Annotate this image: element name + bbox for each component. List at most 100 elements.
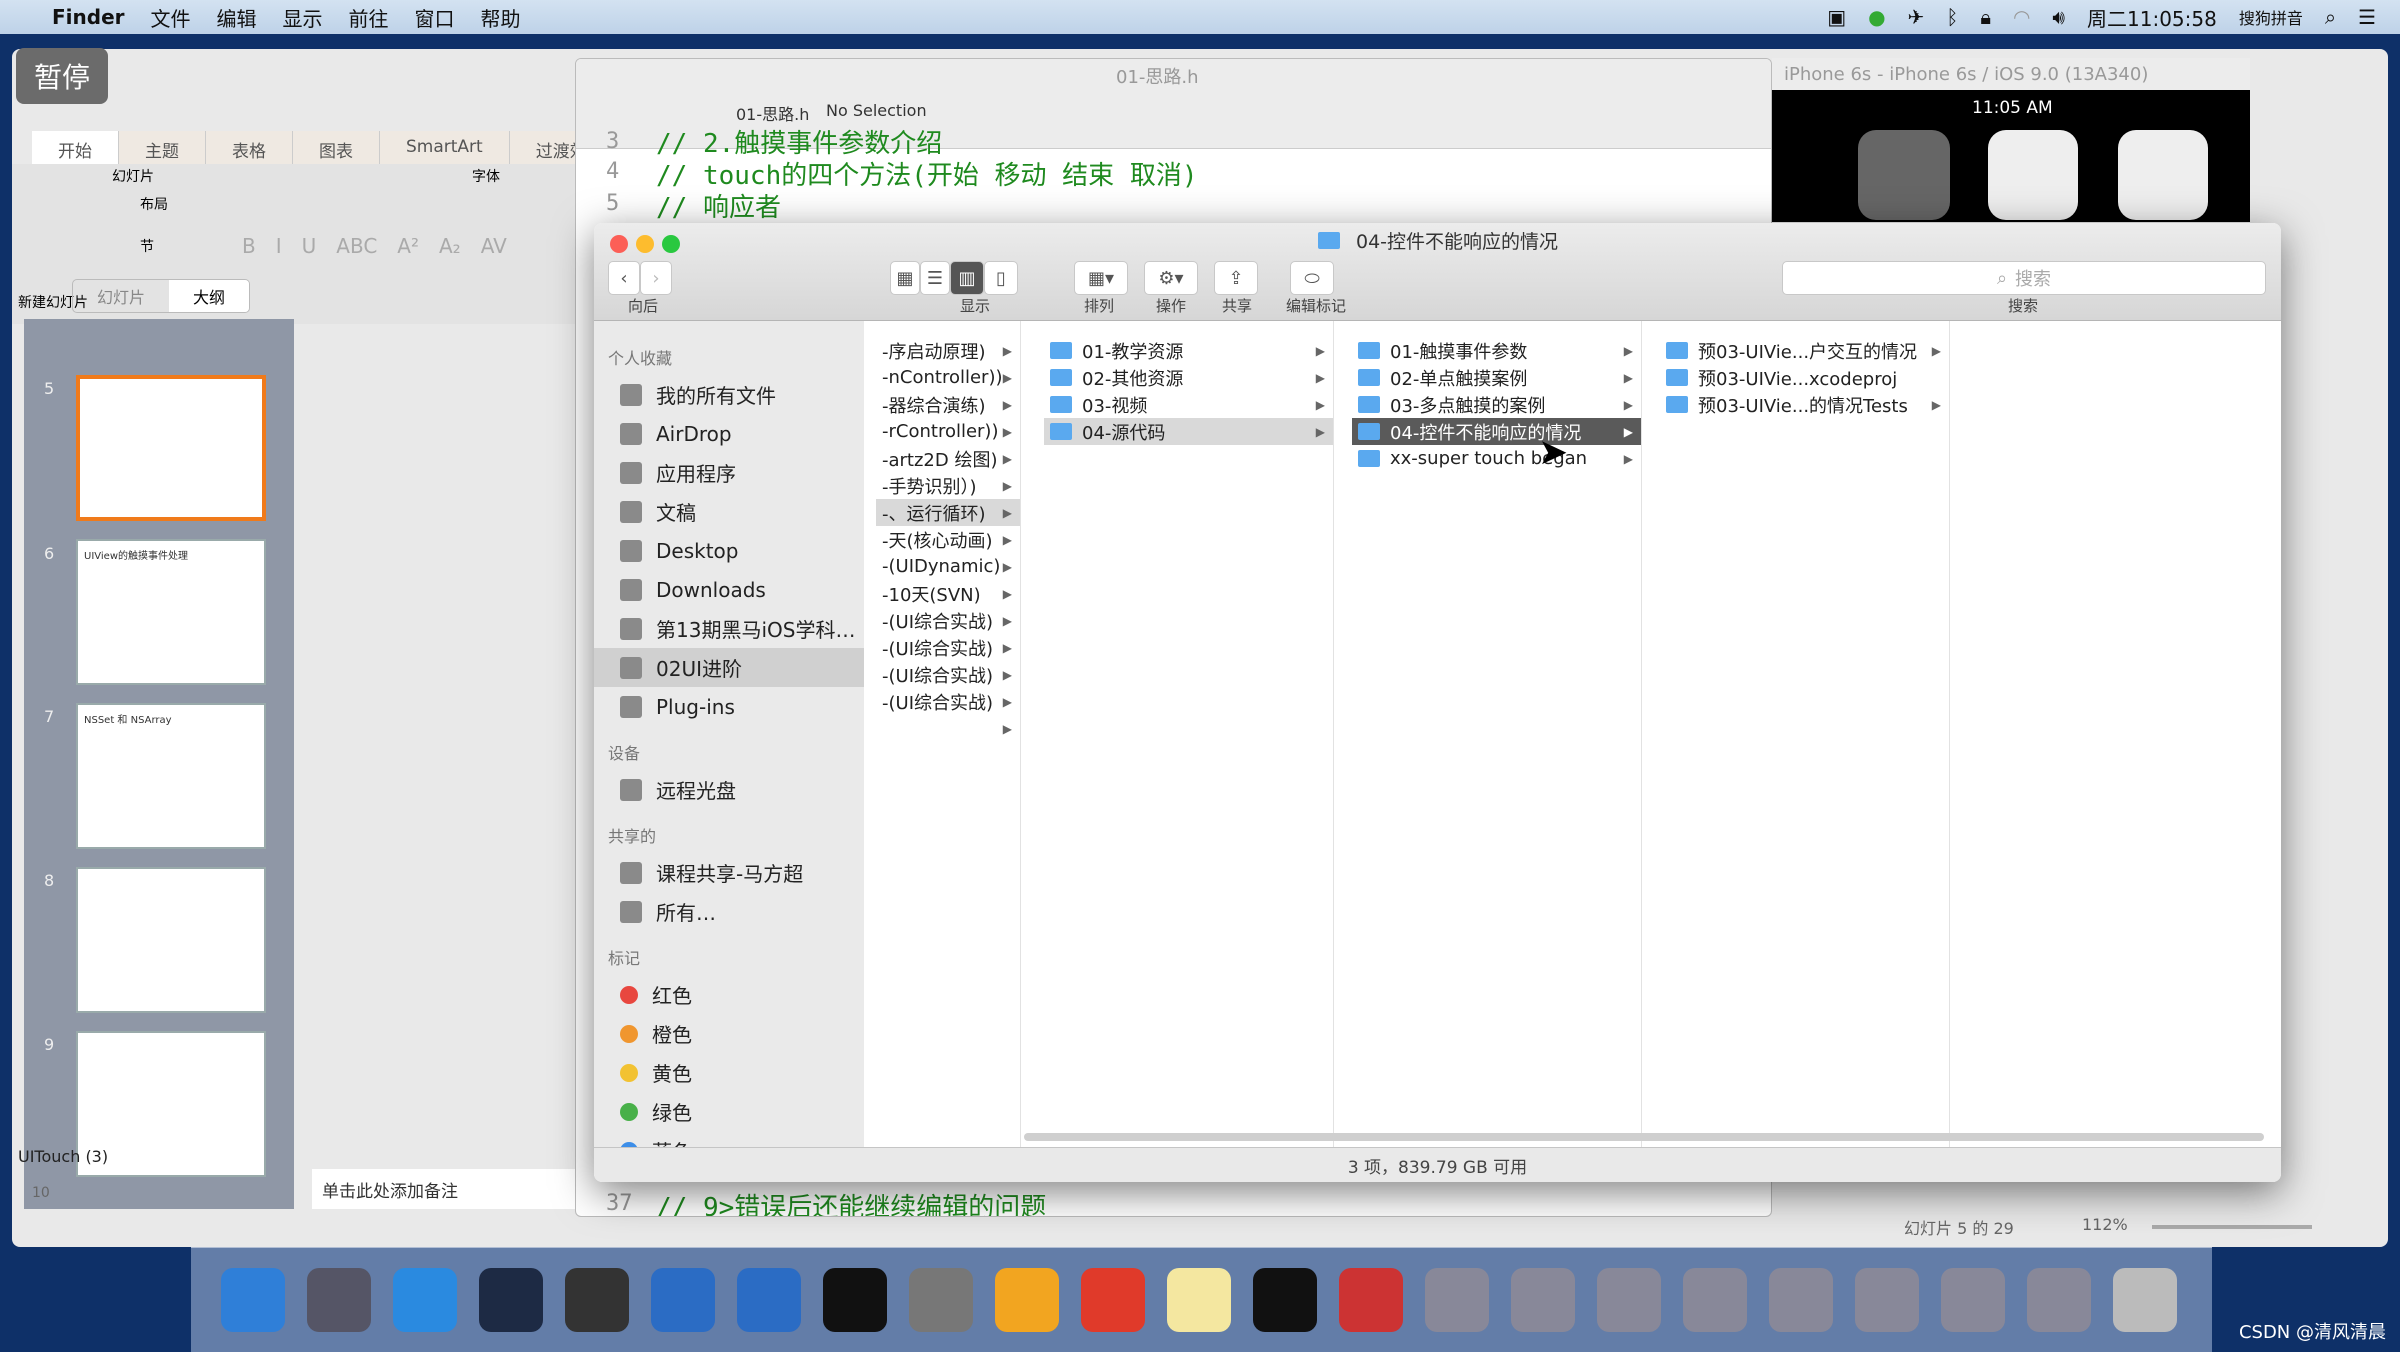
- file-row[interactable]: 预03-UIVie...户交互的情况 ▶: [1660, 337, 1949, 364]
- section-label[interactable]: UITouch (3): [18, 1147, 108, 1166]
- file-row[interactable]: -(UI综合实战) ▶: [876, 661, 1020, 688]
- sidebar-item[interactable]: 所有…: [594, 892, 864, 931]
- tab-theme[interactable]: 主题: [119, 131, 206, 168]
- minimize-button[interactable]: [636, 235, 654, 253]
- sidebar-item[interactable]: 应用程序: [594, 453, 864, 492]
- file-row[interactable]: -天(核心动画) ▶: [876, 526, 1020, 553]
- file-row[interactable]: -器综合演练) ▶: [876, 391, 1020, 418]
- finder-icon[interactable]: [221, 1268, 285, 1332]
- instruments-icon[interactable]: [737, 1268, 801, 1332]
- sidebar-item[interactable]: 文稿: [594, 492, 864, 531]
- subscript-button[interactable]: A₂: [439, 234, 461, 258]
- sidebar-item[interactable]: 橙色: [594, 1014, 864, 1053]
- mouse-icon[interactable]: [479, 1268, 543, 1332]
- trash-icon[interactable]: [2113, 1268, 2177, 1332]
- app-icon[interactable]: [1988, 130, 2078, 220]
- sidebar-item[interactable]: 第13期黑马iOS学科…: [594, 609, 864, 648]
- strike-button[interactable]: ABC: [336, 234, 377, 258]
- sidebar-item[interactable]: AirDrop: [594, 414, 864, 453]
- sketch-icon[interactable]: [995, 1268, 1059, 1332]
- file-row[interactable]: -artz2D 绘图) ▶: [876, 445, 1020, 472]
- search-input[interactable]: ⌕ 搜索: [1782, 261, 2266, 295]
- zoom-slider[interactable]: [2152, 1225, 2312, 1229]
- file-row[interactable]: -(UI综合实战) ▶: [876, 688, 1020, 715]
- sidebar-item[interactable]: 黄色: [594, 1053, 864, 1092]
- menu-help[interactable]: 帮助: [481, 3, 521, 32]
- sidebar-item[interactable]: 我的所有文件: [594, 375, 864, 414]
- sidebar-item[interactable]: Downloads: [594, 570, 864, 609]
- wifi-icon[interactable]: ◠: [2013, 5, 2030, 29]
- window-icon[interactable]: [1941, 1268, 2005, 1332]
- system-preferences-icon[interactable]: [909, 1268, 973, 1332]
- screen-recorder-icon[interactable]: [1339, 1268, 1403, 1332]
- pause-overlay[interactable]: 暂停: [16, 48, 108, 104]
- spacing-button[interactable]: AV: [481, 234, 507, 258]
- menu-edit[interactable]: 编辑: [217, 3, 257, 32]
- sidebar-item[interactable]: 02UI进阶: [594, 648, 864, 687]
- slide-thumb[interactable]: [76, 375, 266, 521]
- menu-window[interactable]: 窗口: [415, 3, 455, 32]
- bluetooth-icon[interactable]: ᛒ: [1946, 5, 1958, 29]
- share-icon[interactable]: ⇪: [1214, 261, 1258, 295]
- lock-icon[interactable]: 🔒︎: [1980, 5, 1991, 29]
- file-row[interactable]: 预03-UIVie...的情况Tests ▶: [1660, 391, 1949, 418]
- sidebar-item[interactable]: 课程共享-马方超: [594, 853, 864, 892]
- zoom-button[interactable]: [662, 235, 680, 253]
- sidebar-item[interactable]: 绿色: [594, 1092, 864, 1131]
- launchpad-icon[interactable]: [307, 1268, 371, 1332]
- sidebar-item[interactable]: 远程光盘: [594, 770, 864, 809]
- input-method[interactable]: 搜狗拼音: [2239, 5, 2303, 29]
- file-row[interactable]: -(UI综合实战) ▶: [876, 634, 1020, 661]
- breadcrumb-file[interactable]: 01-思路.h: [736, 101, 809, 125]
- app-status-icon[interactable]: ●: [1868, 5, 1885, 29]
- notes-field[interactable]: 单击此处添加备注: [312, 1169, 582, 1209]
- screen-record-icon[interactable]: ▣: [1827, 5, 1846, 29]
- notes-icon[interactable]: [1167, 1268, 1231, 1332]
- italic-button[interactable]: I: [276, 234, 282, 258]
- tab-outline[interactable]: 大纲: [169, 280, 250, 312]
- file-row[interactable]: 03-视频 ▶: [1044, 391, 1333, 418]
- file-row[interactable]: 02-其他资源 ▶: [1044, 364, 1333, 391]
- powerpoint-icon[interactable]: [1081, 1268, 1145, 1332]
- file-row[interactable]: 04-源代码 ▶: [1044, 418, 1333, 445]
- clock[interactable]: 周二11:05:58: [2087, 3, 2217, 32]
- file-row[interactable]: 01-教学资源 ▶: [1044, 337, 1333, 364]
- code-line[interactable]: // 9>错误后还能继续编辑的问题: [656, 1187, 1046, 1216]
- file-row[interactable]: -(UIDynamic) ▶: [876, 553, 1020, 580]
- breadcrumb-selection[interactable]: No Selection: [826, 101, 927, 120]
- tab-table[interactable]: 表格: [206, 131, 293, 168]
- column-view-icon[interactable]: ▥: [950, 261, 984, 295]
- close-button[interactable]: [610, 235, 628, 253]
- window-icon[interactable]: [1855, 1268, 1919, 1332]
- file-row[interactable]: ▶: [876, 715, 1020, 742]
- file-row[interactable]: 01-触摸事件参数 ▶: [1352, 337, 1641, 364]
- file-row[interactable]: -手势识别）) ▶: [876, 472, 1020, 499]
- app-icon[interactable]: [1858, 130, 1950, 220]
- tab-home[interactable]: 开始: [32, 131, 119, 168]
- icon-view-icon[interactable]: ▦: [890, 261, 920, 295]
- file-row[interactable]: 预03-UIVie...xcodeproj: [1660, 364, 1949, 391]
- sidebar-item[interactable]: Desktop: [594, 531, 864, 570]
- tag-icon[interactable]: ⬭: [1290, 261, 1334, 295]
- list-view-icon[interactable]: ☰: [920, 261, 950, 295]
- airplane-icon[interactable]: ✈: [1908, 5, 1925, 29]
- menu-file[interactable]: 文件: [151, 3, 191, 32]
- file-row[interactable]: xx-super touch began ▶: [1352, 445, 1641, 472]
- slide-thumb[interactable]: [76, 867, 266, 1013]
- tab-smartart[interactable]: SmartArt: [380, 131, 510, 168]
- file-row[interactable]: -10天(SVN) ▶: [876, 580, 1020, 607]
- xcode-icon[interactable]: [651, 1268, 715, 1332]
- safari-icon[interactable]: [393, 1268, 457, 1332]
- layout-button[interactable]: 布局: [140, 194, 168, 214]
- notification-center-icon[interactable]: ☰: [2358, 5, 2376, 29]
- window-icon[interactable]: [1683, 1268, 1747, 1332]
- slide-thumb[interactable]: NSSet 和 NSArray: [76, 703, 266, 849]
- file-row[interactable]: -nController)) ▶: [876, 364, 1020, 391]
- forward-button[interactable]: ›: [640, 261, 672, 295]
- back-button[interactable]: ‹: [608, 261, 640, 295]
- arrange-button[interactable]: ▦▾: [1074, 261, 1128, 295]
- menu-view[interactable]: 显示: [283, 3, 323, 32]
- window-icon[interactable]: [1597, 1268, 1661, 1332]
- code-line[interactable]: // 响应者: [656, 187, 781, 224]
- horizontal-scrollbar[interactable]: [1024, 1133, 2264, 1141]
